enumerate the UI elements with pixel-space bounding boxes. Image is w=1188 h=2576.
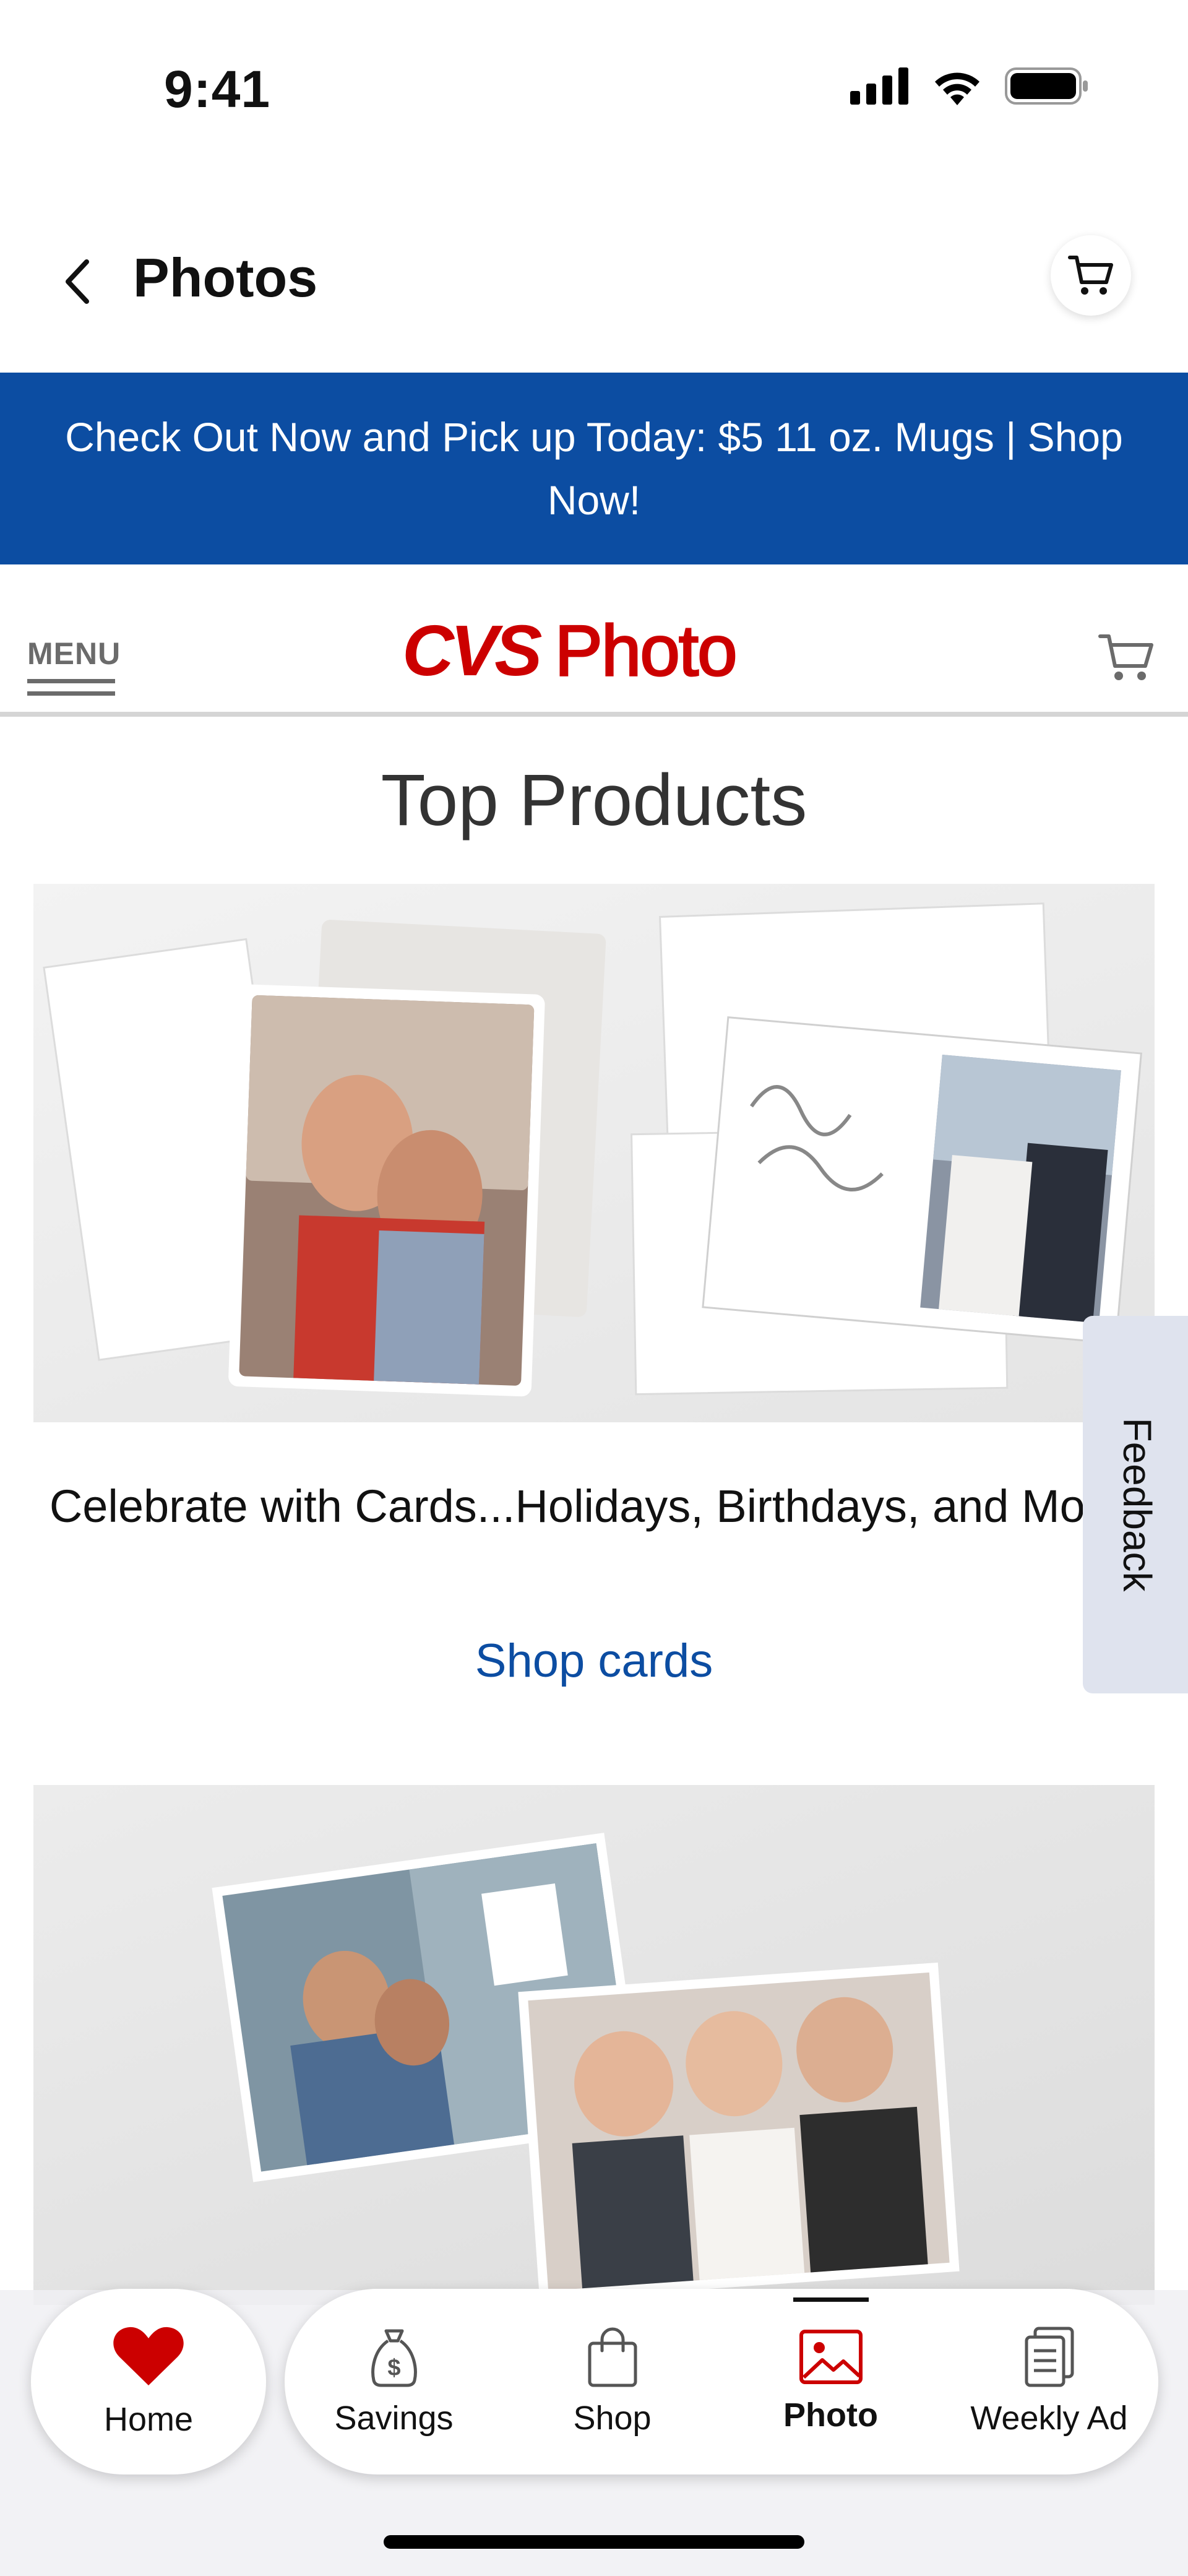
menu-line <box>27 679 115 683</box>
header-divider <box>0 712 1188 717</box>
wifi-icon <box>935 72 979 105</box>
chevron-left-icon <box>66 259 89 304</box>
menu-label: MENU <box>27 636 121 671</box>
logo-product: Photo <box>554 610 738 692</box>
cart-icon <box>1098 634 1153 680</box>
active-tab-indicator <box>793 2297 869 2302</box>
tab-savings-label: Savings <box>334 2400 454 2437</box>
page-title: Photos <box>133 247 318 308</box>
cards-illustration <box>43 902 1142 1397</box>
photo-icon <box>799 2330 863 2384</box>
tab-savings[interactable]: $ Savings <box>285 2289 503 2474</box>
tab-home[interactable]: Home <box>31 2289 266 2474</box>
tab-weekly-ad-label: Weekly Ad <box>970 2400 1128 2437</box>
prints-product-image[interactable] <box>33 1785 1155 2305</box>
feedback-label: Feedback <box>1115 1417 1160 1592</box>
cellular-signal-icon <box>850 67 908 105</box>
back-button[interactable] <box>43 248 111 316</box>
cards-description: Celebrate with Cards...Holidays, Birthda… <box>49 1480 1139 1532</box>
nav-header: Photos <box>0 223 1188 334</box>
cart-icon <box>1068 256 1113 295</box>
cvs-photo-header: MENU CVS Photo <box>0 564 1188 719</box>
status-time: 9:41 <box>164 60 271 118</box>
weekly-ad-icon <box>1025 2327 1074 2387</box>
tab-weekly-ad[interactable]: Weekly Ad <box>940 2289 1158 2474</box>
logo-brand: CVS <box>402 610 543 691</box>
cards-product-image[interactable] <box>33 884 1155 1422</box>
prints-illustration <box>212 1833 960 2301</box>
tab-photo[interactable]: Photo <box>721 2289 940 2474</box>
shop-cards-link[interactable]: Shop cards <box>0 1634 1188 1688</box>
feedback-tab[interactable]: Feedback <box>1083 1316 1188 1693</box>
status-icons <box>850 67 1089 105</box>
nav-cart-button[interactable] <box>1051 235 1131 316</box>
savings-bag-icon: $ <box>371 2329 417 2387</box>
battery-icon <box>1005 67 1088 105</box>
tab-shop[interactable]: Shop <box>503 2289 721 2474</box>
cvs-photo-logo[interactable]: CVS Photo <box>402 609 738 692</box>
home-indicator <box>384 2535 804 2549</box>
menu-line <box>27 691 115 696</box>
tab-shop-label: Shop <box>573 2400 652 2437</box>
heart-icon <box>113 2327 184 2385</box>
section-title: Top Products <box>381 759 807 841</box>
tab-photo-label: Photo <box>783 2397 878 2434</box>
tab-bar: $ Savings Shop Photo Weekly Ad <box>285 2289 1158 2474</box>
shopping-bag-icon <box>588 2327 637 2387</box>
svg-text:$: $ <box>387 2355 400 2381</box>
menu-button[interactable]: MENU <box>27 636 121 696</box>
tab-home-label: Home <box>103 2401 194 2438</box>
status-bar: 9:41 <box>0 0 1188 161</box>
promo-banner[interactable]: Check Out Now and Pick up Today: $5 11 o… <box>0 373 1188 564</box>
header-cart-button[interactable] <box>1095 626 1157 688</box>
